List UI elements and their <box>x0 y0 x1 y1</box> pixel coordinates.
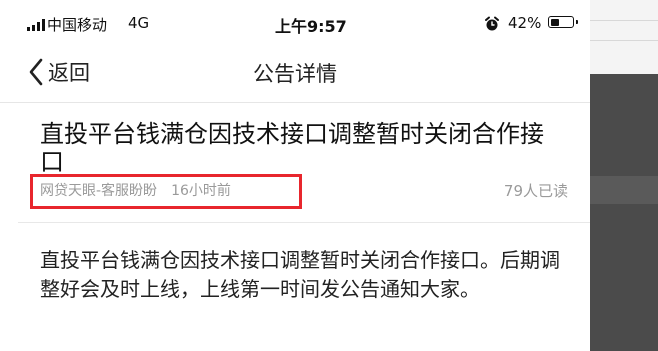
page-title: 公告详情 <box>253 62 337 86</box>
battery-percent: 42% <box>508 14 542 32</box>
article-title: 直投平台钱满仓因技术接口调整暂时关闭合作接口 <box>40 120 544 176</box>
navigation-bar: 返回 公告详情 <box>0 46 590 103</box>
network-type: 4G <box>128 14 150 32</box>
divider <box>18 222 590 223</box>
signal-icon <box>27 19 45 31</box>
phone-screen: 中国移动 4G 上午9:57 42% 返回 公告详情 直投平台钱满仓因技术接口调… <box>0 0 590 351</box>
highlight-box <box>30 174 302 209</box>
alarm-icon <box>484 16 500 36</box>
status-time: 上午9:57 <box>275 17 347 36</box>
article-body: 直投平台钱满仓因技术接口调整暂时关闭合作接口。后期调整好会及时上线，上线第一时间… <box>40 248 560 301</box>
carrier-name: 中国移动 <box>47 16 108 34</box>
read-count: 79人已读 <box>503 182 568 200</box>
side-panel <box>590 0 658 351</box>
battery-icon <box>548 16 578 28</box>
status-bar: 中国移动 4G 上午9:57 42% <box>0 0 590 46</box>
